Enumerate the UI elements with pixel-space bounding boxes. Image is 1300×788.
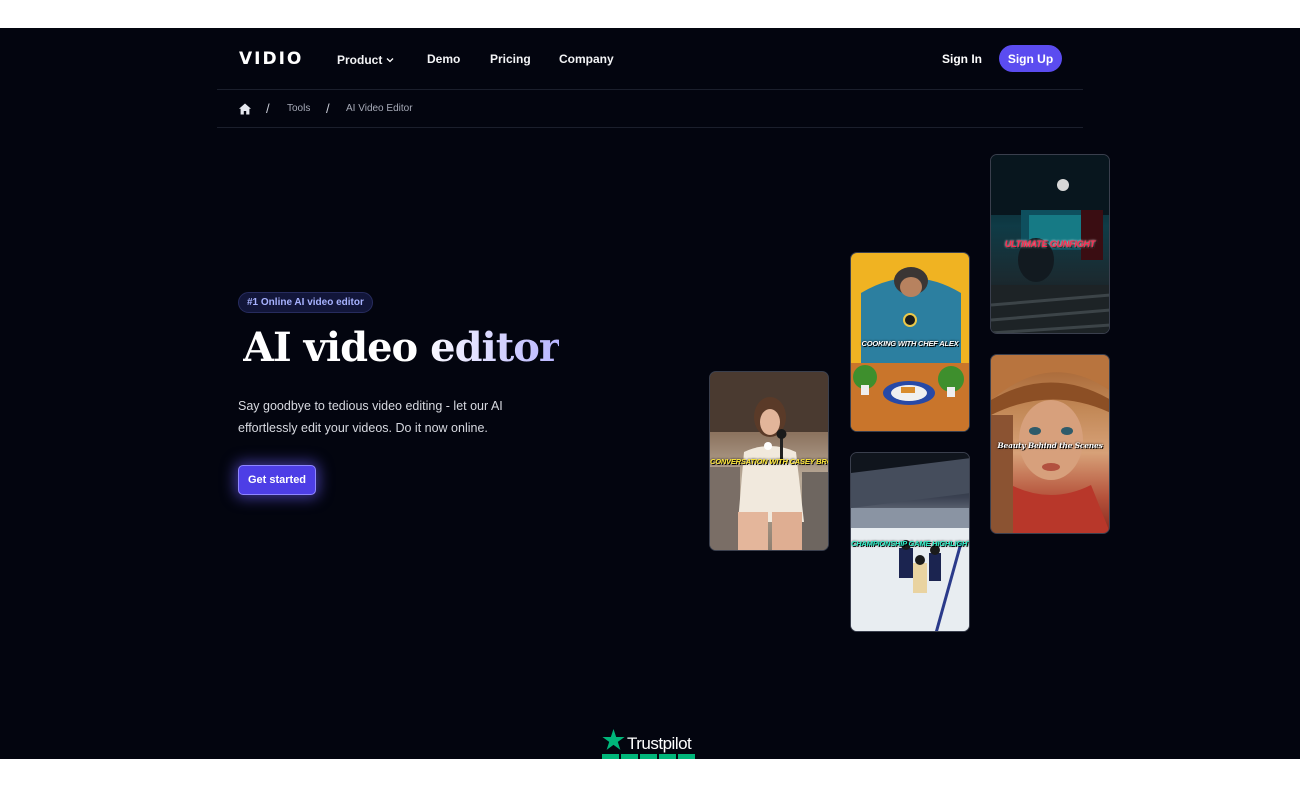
sign-up-button[interactable]: Sign Up bbox=[999, 45, 1062, 72]
rating-star bbox=[678, 754, 695, 759]
breadcrumb-current: AI Video Editor bbox=[346, 103, 413, 114]
video-card-caption: ULTIMATE GUNFIGHT bbox=[1004, 239, 1096, 249]
trustpilot-rating-stars bbox=[602, 754, 695, 759]
video-card-podcast[interactable]: CONVERSATION WITH CASEY BROWN bbox=[709, 371, 829, 551]
video-card-gunfight[interactable]: ULTIMATE GUNFIGHT bbox=[990, 154, 1110, 334]
breadcrumb-separator: / bbox=[326, 101, 330, 116]
rating-star bbox=[602, 754, 619, 759]
rating-star bbox=[640, 754, 657, 759]
nav-company[interactable]: Company bbox=[559, 52, 614, 66]
page: VIDIO Product Demo Pricing Company Sign … bbox=[0, 28, 1300, 759]
breadcrumb: / Tools / AI Video Editor bbox=[217, 90, 1083, 128]
video-card-caption: CHAMPIONSHIP GAME HIGHLIGHTS bbox=[851, 539, 970, 548]
trustpilot-label: Trustpilot bbox=[627, 734, 692, 753]
breadcrumb-tools[interactable]: Tools bbox=[287, 103, 310, 114]
nav-product[interactable]: Product bbox=[337, 52, 394, 67]
nav-product-label: Product bbox=[337, 53, 383, 67]
logo[interactable]: VIDIO bbox=[239, 49, 303, 69]
video-card-caption: CONVERSATION WITH CASEY BROWN bbox=[710, 457, 828, 466]
video-card-beauty[interactable]: Beauty Behind the Scenes bbox=[990, 354, 1110, 534]
home-icon[interactable] bbox=[238, 102, 252, 116]
hero-badge: #1 Online AI video editor bbox=[238, 292, 373, 313]
nav-pricing[interactable]: Pricing bbox=[490, 52, 531, 66]
video-card-caption: Beauty Behind the Scenes bbox=[997, 441, 1103, 450]
star-icon bbox=[602, 729, 625, 756]
page-title: AI video editor bbox=[243, 324, 560, 371]
rating-star bbox=[621, 754, 638, 759]
video-card-cooking[interactable]: COOKING WITH CHEF ALEX bbox=[850, 252, 970, 432]
hero-subtitle: Say goodbye to tedious video editing - l… bbox=[238, 399, 503, 435]
rating-star bbox=[659, 754, 676, 759]
get-started-button[interactable]: Get started bbox=[238, 465, 316, 495]
sign-in-link[interactable]: Sign In bbox=[942, 52, 982, 66]
trustpilot-widget[interactable]: Trustpilot bbox=[602, 729, 698, 759]
chevron-down-icon bbox=[386, 52, 394, 66]
video-card-hockey[interactable]: CHAMPIONSHIP GAME HIGHLIGHTS bbox=[850, 452, 970, 632]
breadcrumb-separator: / bbox=[266, 101, 270, 116]
top-nav: VIDIO Product Demo Pricing Company Sign … bbox=[217, 28, 1083, 90]
nav-demo[interactable]: Demo bbox=[427, 52, 460, 66]
video-card-caption: COOKING WITH CHEF ALEX bbox=[861, 339, 959, 348]
